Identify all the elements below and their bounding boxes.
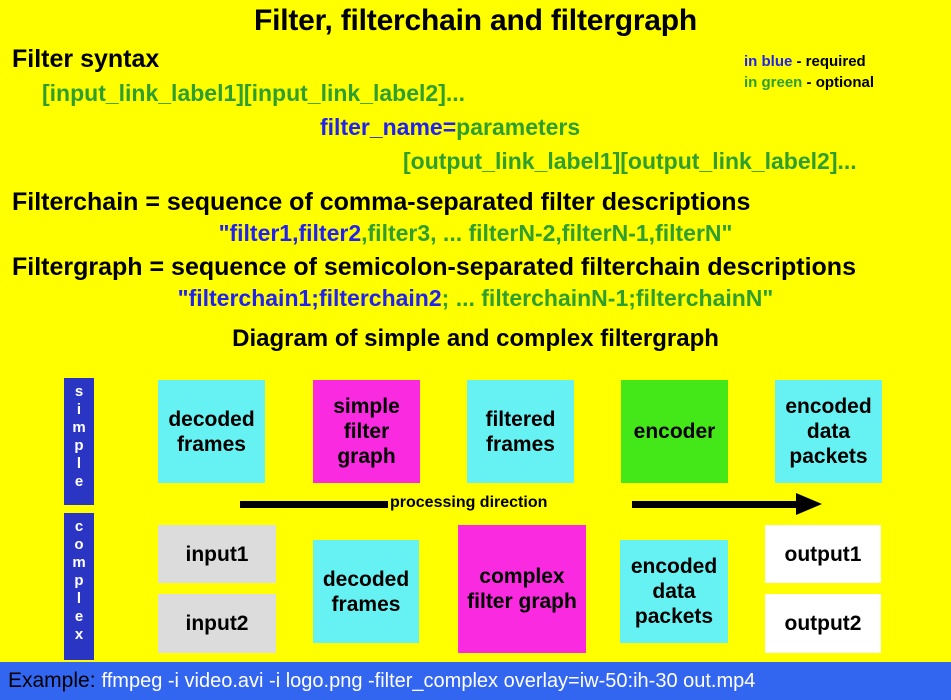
arrow-head-icon bbox=[796, 493, 822, 515]
node-encoded-data-packets-simple: encoded data packets bbox=[775, 380, 882, 483]
legend-blue-meaning: - required bbox=[796, 53, 866, 70]
filterchain-heading: Filterchain = sequence of comma-separate… bbox=[12, 188, 751, 216]
legend-blue-word: in blue bbox=[744, 53, 793, 70]
node-filtered-frames: filtered frames bbox=[467, 380, 574, 483]
row-label-simple-letter: s bbox=[74, 383, 84, 400]
row-label-complex-letter: x bbox=[74, 626, 84, 643]
syntax-parameters: parameters bbox=[456, 114, 581, 140]
legend-row-optional: in green - optional bbox=[744, 72, 874, 93]
filter-syntax-heading: Filter syntax bbox=[12, 45, 160, 73]
arrow-bar-right bbox=[632, 501, 800, 508]
row-label-simple-letter: p bbox=[74, 437, 84, 454]
page-title: Filter, filterchain and filtergraph bbox=[253, 4, 698, 37]
filtergraph-heading: Filtergraph = sequence of semicolon-sepa… bbox=[12, 253, 856, 281]
filtergraph-example: "filterchain1;filterchain2; ... filterch… bbox=[0, 285, 951, 312]
row-label-complex-letter: o bbox=[74, 536, 84, 553]
syntax-input-links: [input_link_label1][input_link_label2]..… bbox=[42, 80, 466, 106]
example-bar: Example: ffmpeg -i video.avi -i logo.png… bbox=[0, 662, 951, 700]
node-output1: output1 bbox=[765, 525, 881, 583]
node-output2: output2 bbox=[765, 594, 881, 653]
color-legend: in blue - required in green - optional bbox=[744, 51, 874, 93]
legend-green-meaning: - optional bbox=[806, 74, 875, 91]
node-input2: input2 bbox=[158, 594, 276, 653]
legend-green-word: in green bbox=[744, 74, 803, 91]
slide-canvas: Filter, filterchain and filtergraph in b… bbox=[0, 0, 951, 700]
syntax-filter-name: filter_name= bbox=[320, 114, 457, 140]
example-label: Example: bbox=[8, 669, 96, 692]
node-decoded-frames-simple: decoded frames bbox=[158, 380, 265, 483]
syntax-filter-name-line: filter_name=parameters bbox=[320, 114, 580, 141]
row-label-simple-letter: l bbox=[76, 455, 82, 472]
processing-direction-label: processing direction bbox=[390, 494, 548, 511]
row-label-complex: c o m p l e x bbox=[64, 513, 94, 660]
row-label-simple-letter: m bbox=[72, 419, 86, 436]
node-input1: input1 bbox=[158, 525, 276, 583]
filterchain-example: "filter1,filter2,filter3, ... filterN-2,… bbox=[0, 220, 951, 247]
filterchain-example-optional: ,filter3, ... filterN-2,filterN-1,filter… bbox=[361, 220, 733, 246]
node-decoded-frames-complex: decoded frames bbox=[313, 540, 419, 643]
node-simple-filter-graph: simple filter graph bbox=[313, 380, 420, 483]
example-command: ffmpeg -i video.avi -i logo.png -filter_… bbox=[101, 669, 756, 692]
legend-row-required: in blue - required bbox=[744, 51, 874, 72]
row-label-complex-letter: c bbox=[74, 518, 84, 535]
node-encoder: encoder bbox=[621, 380, 728, 483]
row-label-complex-letter: l bbox=[76, 590, 82, 607]
row-label-simple-letter: e bbox=[74, 473, 84, 490]
arrow-bar-left bbox=[240, 501, 388, 508]
syntax-output-links: [output_link_label1][output_link_label2]… bbox=[403, 148, 857, 174]
filtergraph-example-optional: ; ... filterchainN-1;filterchainN" bbox=[441, 285, 774, 311]
node-complex-filter-graph: complex filter graph bbox=[458, 525, 586, 653]
diagram-heading: Diagram of simple and complex filtergrap… bbox=[232, 325, 719, 352]
node-encoded-data-packets-complex: encoded data packets bbox=[620, 540, 728, 643]
row-label-complex-letter: e bbox=[74, 608, 84, 625]
filterchain-example-required: "filter1,filter2 bbox=[218, 220, 362, 246]
row-label-complex-letter: m bbox=[72, 554, 86, 571]
row-label-simple-letter: i bbox=[76, 401, 82, 418]
filtergraph-example-required: "filterchain1;filterchain2 bbox=[177, 285, 442, 311]
row-label-simple: s i m p l e bbox=[64, 378, 94, 505]
row-label-complex-letter: p bbox=[74, 572, 84, 589]
